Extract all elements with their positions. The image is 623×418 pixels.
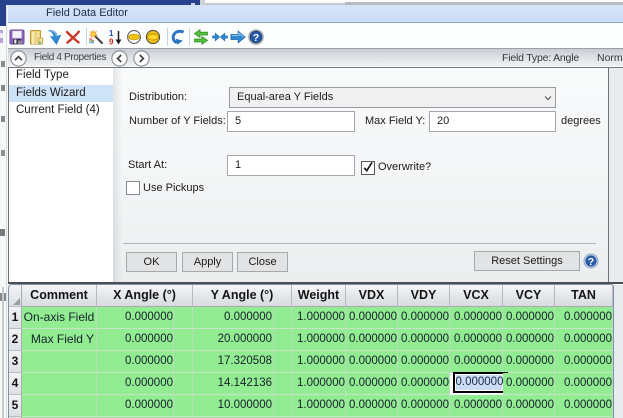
svg-text:9: 9 [109,38,114,46]
svg-text:?: ? [588,256,594,268]
svg-text:?: ? [253,32,259,44]
